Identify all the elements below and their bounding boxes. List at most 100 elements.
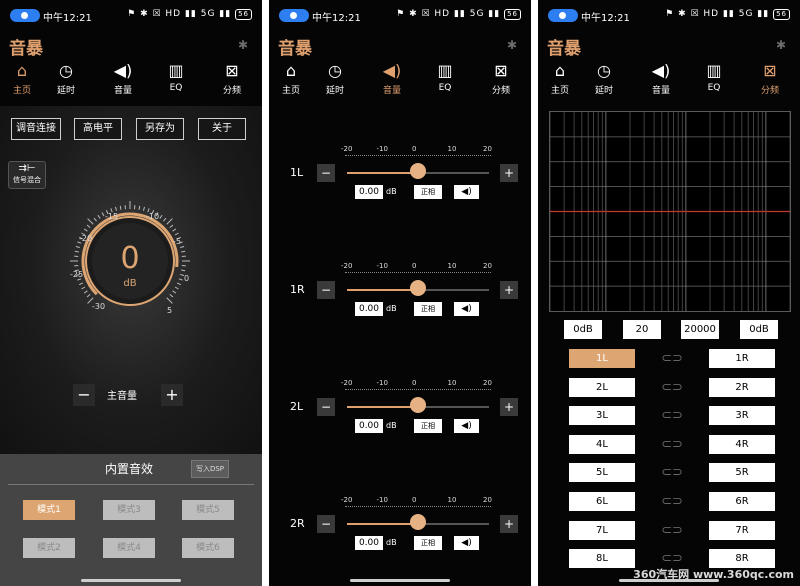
clock-icon: ◷ xyxy=(328,61,342,80)
tab-volume[interactable]: ◀) 音量 xyxy=(97,60,149,96)
tuning-connect-button[interactable]: 调音连接 xyxy=(11,118,61,140)
preset-mode-3[interactable]: 模式3 xyxy=(103,500,155,520)
link-icon[interactable]: ⊂⊃ xyxy=(660,406,684,425)
channel-plus-button[interactable]: + xyxy=(500,398,518,416)
channel-right-button[interactable]: 1R xyxy=(709,349,775,368)
tab-delay[interactable]: ◷ 延时 xyxy=(309,60,361,96)
scale-tick-label: -20 xyxy=(341,379,353,387)
write-dsp-button[interactable]: 写入DSP xyxy=(191,460,229,478)
gain-left-field[interactable]: 0dB xyxy=(564,320,602,339)
preset-panel: 内置音效 写入DSP 模式1 模式3 模式5 模式2 模式4 模式6 xyxy=(0,454,262,586)
phase-button[interactable]: 正相 xyxy=(414,302,442,316)
bluetooth-icon[interactable]: ✱ xyxy=(507,38,517,52)
channel-minus-button[interactable]: − xyxy=(317,164,335,182)
high-level-button[interactable]: 高电平 xyxy=(74,118,122,140)
channel-value-field[interactable]: 0.00 xyxy=(355,302,383,316)
tab-eq[interactable]: ▥ EQ xyxy=(150,60,202,93)
channel-left-button[interactable]: 1L xyxy=(569,349,635,368)
channel-plus-button[interactable]: + xyxy=(500,164,518,182)
tab-eq[interactable]: ▥ EQ xyxy=(688,60,740,93)
channel-value-field[interactable]: 0.00 xyxy=(355,185,383,199)
phase-button[interactable]: 正相 xyxy=(414,185,442,199)
slider-thumb[interactable] xyxy=(410,280,426,296)
bluetooth-icon[interactable]: ✱ xyxy=(776,38,786,52)
speaker-icon: ◀) xyxy=(461,538,472,548)
tab-eq[interactable]: ▥ EQ xyxy=(419,60,471,93)
preset-mode-6[interactable]: 模式6 xyxy=(182,538,234,558)
channel-plus-button[interactable]: + xyxy=(500,515,518,533)
channel-left-button[interactable]: 6L xyxy=(569,492,635,511)
mute-button[interactable]: ◀) xyxy=(454,536,479,550)
slider-thumb[interactable] xyxy=(410,514,426,530)
master-plus-button[interactable]: + xyxy=(161,384,183,406)
master-minus-button[interactable]: − xyxy=(73,384,95,406)
knob-tick xyxy=(97,214,101,219)
channel-left-button[interactable]: 5L xyxy=(569,463,635,483)
channel-right-button[interactable]: 7R xyxy=(709,520,775,540)
channel-plus-button[interactable]: + xyxy=(500,281,518,299)
channel-right-button[interactable]: 6R xyxy=(709,492,775,511)
link-icon[interactable]: ⊂⊃ xyxy=(660,435,684,454)
channel-left-button[interactable]: 3L xyxy=(569,406,635,426)
knob-tick xyxy=(101,212,105,217)
volume-screen: 中午12:21 ⚑ ✱ ☒ HD ▮▮ 5G ▮▮ 56 音暴 ✱ ⌂ 主页 ◷ 延… xyxy=(269,0,531,586)
slider-thumb[interactable] xyxy=(410,397,426,413)
channel-left-button[interactable]: 4L xyxy=(569,434,635,454)
channel-left-button[interactable]: 2L xyxy=(569,377,635,397)
channel-minus-button[interactable]: − xyxy=(317,398,335,416)
location-pill xyxy=(10,9,40,22)
link-icon[interactable]: ⊂⊃ xyxy=(660,492,684,511)
channel-value-field[interactable]: 0.00 xyxy=(355,536,383,550)
mute-button[interactable]: ◀) xyxy=(454,302,479,316)
tab-volume[interactable]: ◀) 音量 xyxy=(366,60,418,96)
crossover-graph[interactable] xyxy=(549,111,791,312)
slider-fill xyxy=(347,172,418,174)
knob-tick xyxy=(169,224,174,228)
link-icon[interactable]: ⊂⊃ xyxy=(660,463,684,482)
save-as-button[interactable]: 另存为 xyxy=(136,118,184,140)
phase-button[interactable]: 正相 xyxy=(414,536,442,550)
channel-left-button[interactable]: 7L xyxy=(569,520,635,540)
link-icon[interactable]: ⊂⊃ xyxy=(660,378,684,397)
knob-tick-label: -20 xyxy=(79,234,92,243)
preset-mode-5[interactable]: 模式5 xyxy=(182,500,234,520)
preset-mode-1[interactable]: 模式1 xyxy=(23,500,75,520)
channel-value-field[interactable]: 0.00 xyxy=(355,419,383,433)
about-button[interactable]: 关于 xyxy=(198,118,246,140)
master-volume-knob[interactable]: 0 dB -30 -25 -20 -15 -10 -5 0 5 xyxy=(45,186,215,336)
channel-right-button[interactable]: 2R xyxy=(709,377,775,397)
channel-minus-button[interactable]: − xyxy=(317,281,335,299)
tab-delay[interactable]: ◷ 延时 xyxy=(40,60,92,96)
scale-tick-label: 20 xyxy=(483,496,492,504)
tab-crossover[interactable]: ⊠ 分频 xyxy=(206,60,258,96)
channel-label: 2R xyxy=(290,517,305,530)
preset-mode-4[interactable]: 模式4 xyxy=(103,538,155,558)
gain-right-field[interactable]: 0dB xyxy=(740,320,778,339)
mute-button[interactable]: ◀) xyxy=(454,419,479,433)
knob-tick-label: -25 xyxy=(70,270,83,279)
phase-button[interactable]: 正相 xyxy=(414,419,442,433)
channel-left-button[interactable]: 8L xyxy=(569,549,635,569)
link-icon[interactable]: ⊂⊃ xyxy=(660,349,684,368)
scale-ruler xyxy=(345,389,491,394)
channel-right-button[interactable]: 3R xyxy=(709,406,775,426)
preset-mode-2[interactable]: 模式2 xyxy=(23,538,75,558)
knob-tick xyxy=(172,290,177,294)
channel-right-button[interactable]: 4R xyxy=(709,434,775,454)
bluetooth-icon[interactable]: ✱ xyxy=(238,38,248,52)
mute-button[interactable]: ◀) xyxy=(454,185,479,199)
tab-crossover[interactable]: ⊠ 分频 xyxy=(744,60,796,96)
low-freq-field[interactable]: 20 xyxy=(623,320,661,339)
tab-delay[interactable]: ◷ 延时 xyxy=(578,60,630,96)
signal-mix-button[interactable]: ⇉⊢ 信号混合 xyxy=(8,161,46,189)
slider-thumb[interactable] xyxy=(410,163,426,179)
tab-volume[interactable]: ◀) 音量 xyxy=(635,60,687,96)
knob-tick xyxy=(166,297,173,304)
preset-divider xyxy=(8,484,254,485)
channel-right-button[interactable]: 5R xyxy=(709,463,775,483)
channel-minus-button[interactable]: − xyxy=(317,515,335,533)
link-icon[interactable]: ⊂⊃ xyxy=(660,521,684,540)
high-freq-field[interactable]: 20000 xyxy=(681,320,719,339)
knob-tick xyxy=(86,294,91,298)
tab-crossover[interactable]: ⊠ 分频 xyxy=(475,60,527,96)
